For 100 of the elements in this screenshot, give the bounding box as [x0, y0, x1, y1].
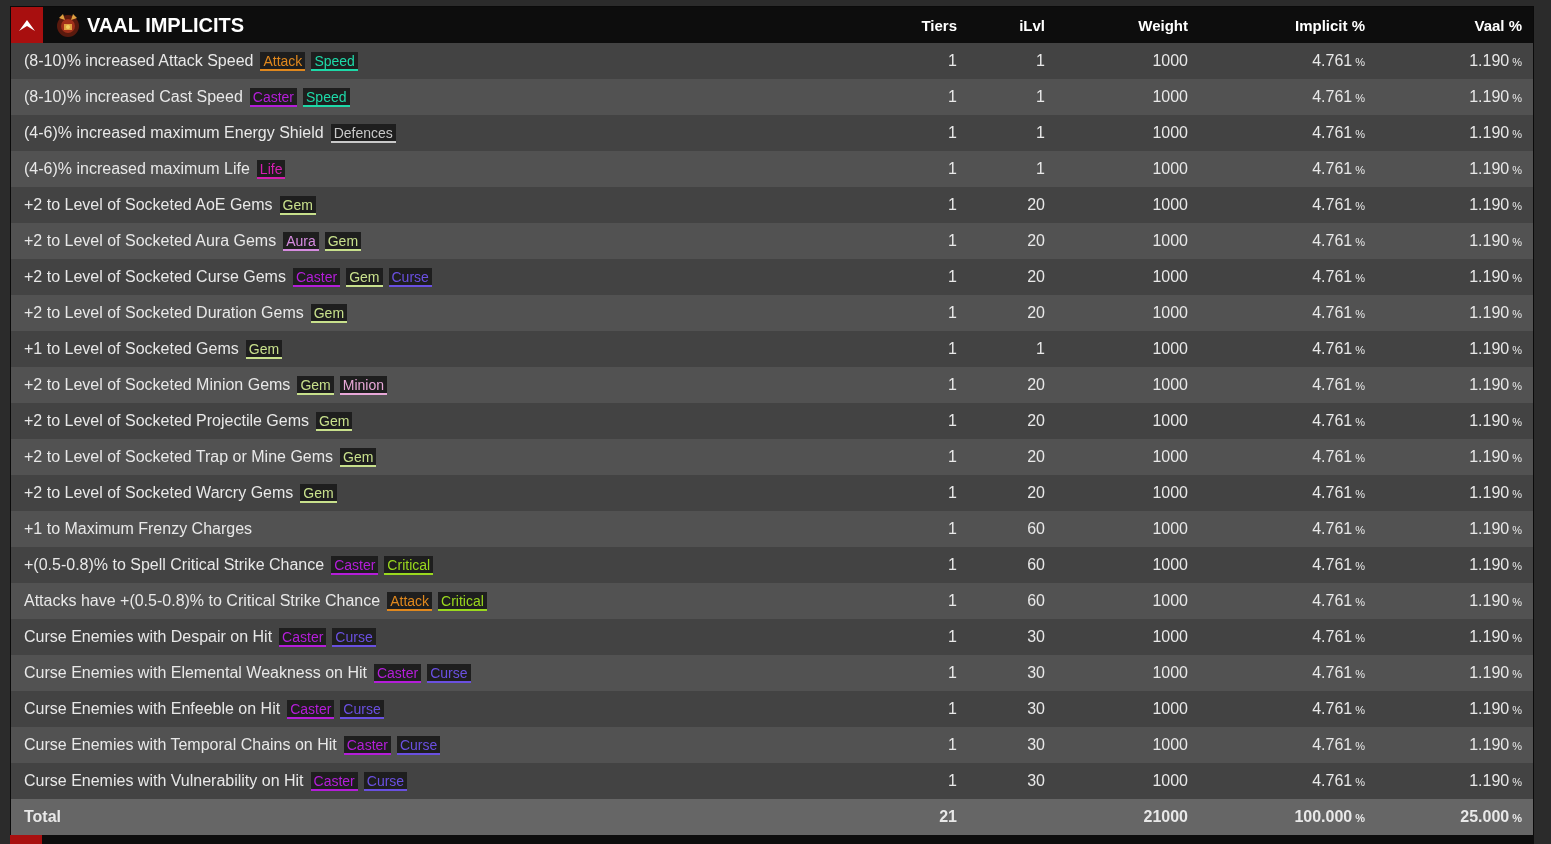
table-cell: 1.190 [1469, 628, 1510, 645]
section-title: VAAL IMPLICITS [87, 13, 245, 37]
table-cell-text: 30 [1026, 700, 1045, 718]
percent-sign: % [1512, 776, 1522, 788]
table-cell: 1.190 [1469, 736, 1510, 753]
tag: Gem [245, 339, 283, 359]
tag: Gem [340, 447, 377, 467]
table-cell: 4.761 [1312, 664, 1353, 681]
table-cell-text: 1 [947, 304, 957, 322]
table-cell: 4.761 [1312, 628, 1353, 645]
tag: Speed [303, 87, 350, 107]
percent-sign: % [1512, 128, 1522, 140]
table-cell-text: 1000 [1151, 628, 1188, 646]
percent-sign: % [1512, 92, 1522, 104]
collapse-button[interactable] [11, 7, 43, 43]
table-cell: 4.761 [1312, 736, 1353, 753]
modifier-text: +2 to Level of Socketed Minion Gems [24, 376, 291, 394]
modifier-text: +2 to Level of Socketed Curse Gems [24, 268, 286, 286]
column-header: Weight [1137, 16, 1188, 34]
table-cell-text: 1000 [1151, 484, 1188, 502]
modifier-text: Curse Enemies with Enfeeble on Hit [24, 700, 281, 718]
percent-sign: % [1355, 128, 1365, 140]
table-cell: 1.190 [1469, 304, 1510, 321]
table-cell-text: 1000 [1151, 700, 1188, 718]
total-value: 21 [938, 808, 957, 826]
table-cell: 4.761 [1312, 88, 1353, 105]
percent-sign: % [1355, 452, 1365, 464]
table-cell-text: 1000 [1151, 736, 1188, 754]
modifier-text: (4-6)% increased maximum Life [24, 160, 250, 178]
column-header: Vaal % [1473, 16, 1522, 34]
modifier-text: Curse Enemies with Despair on Hit [24, 628, 273, 646]
table-cell-text: 1 [1035, 52, 1045, 70]
percent-sign: % [1355, 344, 1365, 356]
modifier-text: +2 to Level of Socketed AoE Gems [24, 196, 273, 214]
tag: Gem [324, 231, 362, 251]
modifier-text: +2 to Level of Socketed Projectile Gems [24, 412, 310, 430]
percent-sign: % [1355, 308, 1365, 320]
total-label: Total [24, 808, 62, 826]
table-cell: 1.190 [1469, 124, 1510, 141]
tag: Attack [387, 591, 433, 611]
percent-sign: % [1355, 596, 1365, 608]
percent-sign: % [1512, 524, 1522, 536]
modifier-text: +2 to Level of Socketed Duration Gems [24, 304, 304, 322]
table-cell-text: 1 [947, 736, 957, 754]
table-cell: 4.761 [1312, 448, 1353, 465]
table-cell-text: 1000 [1151, 772, 1188, 790]
percent-sign: % [1512, 596, 1522, 608]
percent-sign: % [1512, 56, 1522, 68]
table-cell: 1.190 [1469, 700, 1510, 717]
percent-sign: % [1512, 200, 1522, 212]
tag: Caster [343, 735, 391, 755]
percent-sign: % [1512, 812, 1522, 824]
column-header: iLvl [1018, 16, 1045, 34]
tag: Critical [384, 555, 434, 575]
total-value: 100.000 [1294, 808, 1353, 825]
table-cell: 4.761 [1312, 592, 1353, 609]
table-cell: 1.190 [1469, 520, 1510, 537]
table-cell-text: 60 [1026, 520, 1045, 538]
column-header: Tiers [920, 16, 957, 34]
tag: Caster [310, 771, 358, 791]
table-cell: 1.190 [1469, 592, 1510, 609]
table-cell: 4.761 [1312, 520, 1353, 537]
table-cell-text: 1000 [1151, 52, 1188, 70]
table-cell-text: 1000 [1151, 160, 1188, 178]
table-cell-text: 1000 [1151, 124, 1188, 142]
table-cell-text: 60 [1026, 556, 1045, 574]
caret-up-icon [18, 18, 36, 32]
table-cell-text: 1000 [1151, 232, 1188, 250]
table-cell-text: 1 [947, 268, 957, 286]
table-cell: 1.190 [1469, 340, 1510, 357]
table-cell-text: 1000 [1151, 520, 1188, 538]
table-cell-text: 1 [947, 124, 957, 142]
table-cell-text: 1 [947, 664, 957, 682]
table-cell-text: 1000 [1151, 592, 1188, 610]
table-cell: 1.190 [1469, 232, 1510, 249]
modifier-text: (8-10)% increased Cast Speed [24, 88, 243, 106]
collapse-toggle[interactable] [10, 835, 42, 844]
percent-sign: % [1355, 704, 1365, 716]
table-cell: 1.190 [1469, 412, 1510, 429]
percent-sign: % [1512, 632, 1522, 644]
percent-sign: % [1512, 488, 1522, 500]
percent-sign: % [1355, 200, 1365, 212]
table-cell-text: 30 [1026, 736, 1045, 754]
table-cell: 1.190 [1469, 448, 1510, 465]
percent-sign: % [1355, 272, 1365, 284]
table-cell-text: 1 [947, 700, 957, 718]
table-cell-text: 1000 [1151, 412, 1188, 430]
percent-sign: % [1355, 92, 1365, 104]
table-cell-text: 30 [1026, 772, 1045, 790]
table-cell: 4.761 [1312, 484, 1353, 501]
table-cell-text: 1 [947, 340, 957, 358]
percent-sign: % [1512, 272, 1522, 284]
table-cell: 4.761 [1312, 196, 1353, 213]
percent-sign: % [1512, 380, 1522, 392]
table-cell-text: 1000 [1151, 340, 1188, 358]
total-value: 21000 [1142, 808, 1188, 826]
table-cell-text: 1000 [1151, 304, 1188, 322]
percent-sign: % [1355, 164, 1365, 176]
tag: Gem [279, 195, 316, 215]
percent-sign: % [1355, 560, 1365, 572]
